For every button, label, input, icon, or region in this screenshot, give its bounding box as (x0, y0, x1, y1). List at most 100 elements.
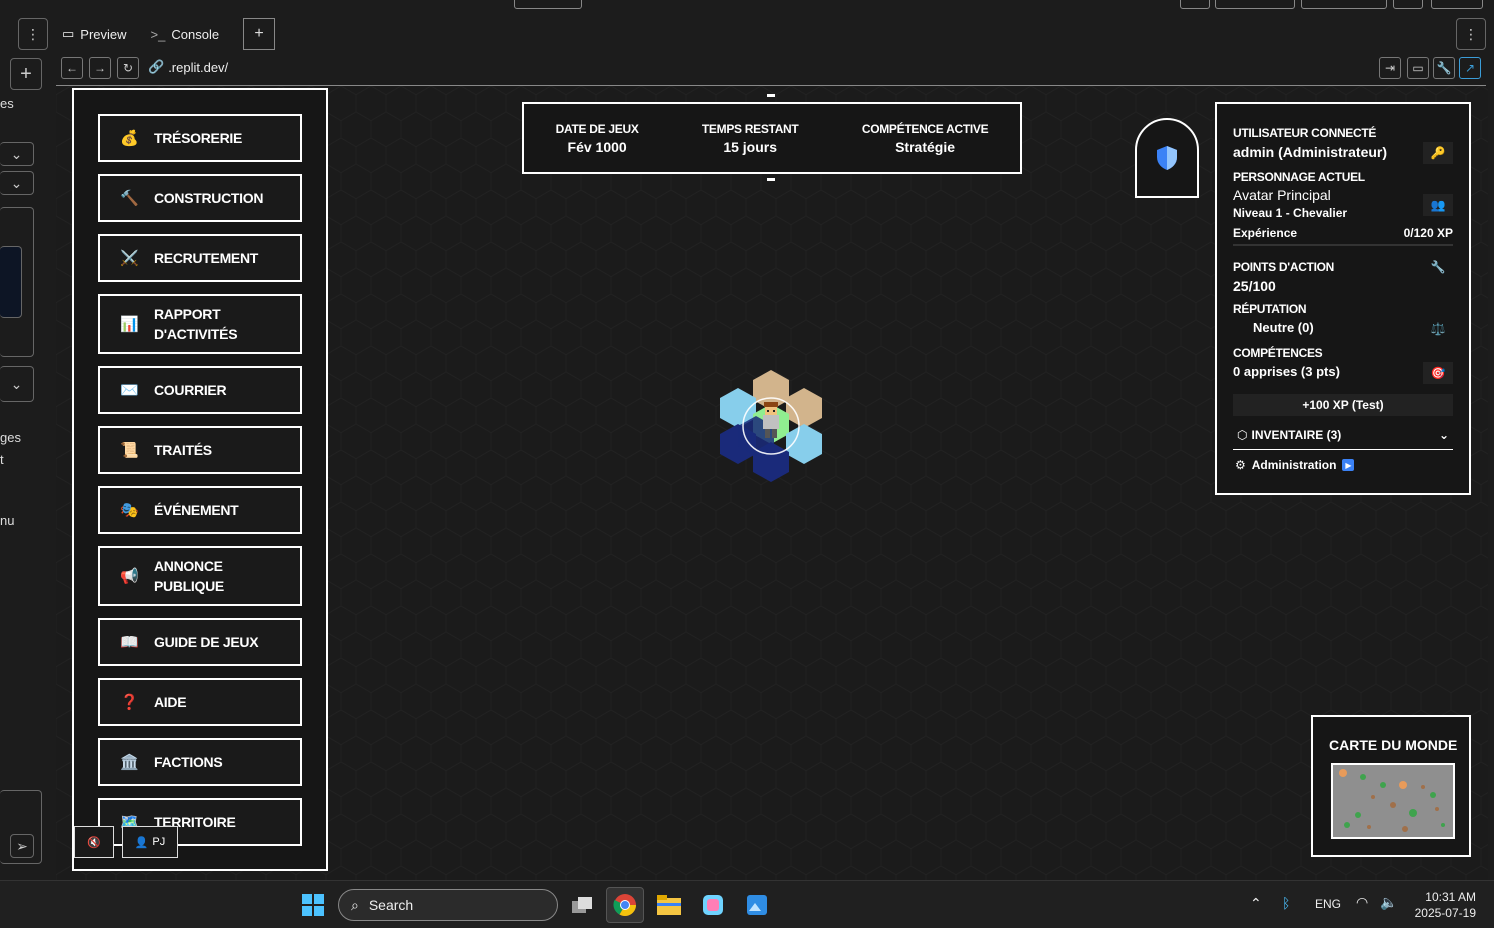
more-options-icon[interactable]: ⋮ (1456, 18, 1486, 50)
input-fragment[interactable] (0, 246, 22, 318)
bluetooth-icon[interactable]: ᛒ (1282, 895, 1290, 911)
open-new-window-icon[interactable]: ↗ (1459, 57, 1481, 79)
world-minimap[interactable]: CARTE DU MONDE (1311, 715, 1471, 857)
tab-preview[interactable]: ▭ Preview (52, 19, 137, 49)
menu-label: COURRIER (154, 382, 227, 398)
top-toolbar-fragment[interactable] (1215, 0, 1295, 9)
person-icon: 👤 (134, 836, 149, 849)
system-clock[interactable]: 10:31 AM 2025-07-19 (1415, 889, 1476, 921)
stat-value: 15 jours (723, 138, 778, 155)
inventory-label: INVENTAIRE (3) (1251, 427, 1342, 442)
top-toolbar-fragment[interactable] (1180, 0, 1210, 9)
menu-construction-button[interactable]: 🔨 CONSTRUCTION (98, 174, 302, 222)
file-explorer-icon[interactable] (650, 887, 688, 923)
minimap-canvas[interactable] (1331, 763, 1455, 839)
key-icon[interactable]: 🔑 (1423, 142, 1453, 164)
target-icon[interactable]: 🎯 (1423, 362, 1453, 384)
menu-label: ÉVÉNEMENT (154, 502, 239, 518)
drag-handle[interactable] (767, 94, 775, 97)
drag-handle[interactable] (767, 178, 775, 181)
menu-evenement-button[interactable]: 🎭 ÉVÉNEMENT (98, 486, 302, 534)
chrome-icon[interactable] (606, 887, 644, 923)
language-indicator[interactable]: ENG (1315, 897, 1341, 911)
wifi-icon[interactable]: ◠ (1356, 894, 1368, 911)
volume-icon[interactable]: 🔈 (1380, 894, 1397, 911)
task-view-icon[interactable] (563, 887, 601, 923)
menu-recrutement-button[interactable]: ⚔️ RECRUTEMENT (98, 234, 302, 282)
menu-label: TRÉSORERIE (154, 130, 243, 146)
windows-taskbar: ⌕ Search ⌃ ᛒ ENG ◠ 🔈 10:31 AM 2025-07-19 (0, 880, 1494, 928)
menu-rapport-button[interactable]: 📊 RAPPORT D'ACTIVITÉS (98, 294, 302, 354)
envelope-icon: ✉️ (120, 382, 139, 399)
menu-courrier-button[interactable]: ✉️ COURRIER (98, 366, 302, 414)
stat-time: TEMPS RESTANT 15 jours (702, 122, 799, 155)
game-stats-bar: DATE DE JEUX Fév 1000 TEMPS RESTANT 15 j… (522, 102, 1022, 174)
admin-label: Administration (1251, 458, 1337, 472)
new-tab-button[interactable]: + (243, 18, 276, 50)
add-xp-test-button[interactable]: +100 XP (Test) (1233, 394, 1453, 416)
menu-annonce-button[interactable]: 📢 ANNONCE PUBLIQUE (98, 546, 302, 606)
top-toolbar-fragment[interactable] (514, 0, 582, 9)
pj-button[interactable]: 👤 PJ (122, 826, 178, 858)
gear-icon: ⚙ (1235, 458, 1246, 472)
menu-label: AIDE (154, 694, 187, 710)
back-icon[interactable]: ← (61, 57, 83, 79)
forward-icon[interactable]: → (89, 57, 111, 79)
top-toolbar-fragment[interactable] (1301, 0, 1387, 9)
menu-guide-button[interactable]: 📖 GUIDE DE JEUX (98, 618, 302, 666)
tab-console[interactable]: >_ Console (141, 19, 230, 49)
tab-bar: ▭ Preview >_ Console + (52, 18, 276, 50)
monitor-icon: ▭ (62, 26, 75, 41)
scroll-icon: 📜 (120, 442, 139, 459)
shield-button[interactable] (1135, 118, 1199, 198)
menu-label: CONSTRUCTION (154, 190, 264, 206)
reload-icon[interactable]: ↻ (117, 57, 139, 79)
action-points-value: 25/100 (1233, 278, 1276, 294)
menu-label-line: PUBLIQUE (154, 578, 224, 594)
pj-label: PJ (152, 836, 166, 848)
photos-icon[interactable] (738, 887, 776, 923)
inventory-toggle[interactable]: ⬡ INVENTAIRE (3) ⌄ (1233, 420, 1453, 450)
menu-aide-button[interactable]: ❓ AIDE (98, 678, 302, 726)
url-bar[interactable]: 🔗 .replit.dev/ (148, 59, 228, 75)
send-icon[interactable]: ➢ (10, 834, 34, 858)
dropdown-fragment[interactable]: ⌄ (0, 142, 34, 166)
player-hex-cluster[interactable] (716, 370, 826, 484)
devtools-wrench-icon[interactable]: 🔧 (1433, 57, 1455, 79)
minimap-title: CARTE DU MONDE (1329, 737, 1458, 753)
balance-scale-icon[interactable]: ⚖️ (1423, 318, 1453, 340)
ide-text-fragment: t (0, 452, 4, 467)
game-viewport[interactable]: 💰 TRÉSORERIE 🔨 CONSTRUCTION ⚔️ RECRUTEME… (56, 86, 1488, 880)
add-icon[interactable]: + (10, 58, 42, 90)
xp-value: 0/120 XP (1403, 226, 1453, 240)
more-options-icon[interactable]: ⋮ (18, 18, 48, 50)
copilot-icon[interactable] (694, 887, 732, 923)
switch-character-icon[interactable]: 👥 (1423, 194, 1453, 216)
menu-tresorerie-button[interactable]: 💰 TRÉSORERIE (98, 114, 302, 162)
action-points-label: POINTS D'ACTION (1233, 260, 1335, 274)
administration-link[interactable]: ⚙ Administration ▶ (1235, 458, 1355, 472)
player-info-panel: UTILISATEUR CONNECTÉ admin (Administrate… (1215, 102, 1471, 495)
menu-label: TRAITÉS (154, 442, 212, 458)
clock-date: 2025-07-19 (1414, 906, 1476, 920)
dropdown-fragment[interactable]: ⌄ (0, 171, 34, 195)
mute-button[interactable]: 🔇 (74, 826, 114, 858)
top-toolbar-fragment[interactable] (1393, 0, 1423, 9)
devices-icon[interactable]: ▭ (1407, 57, 1429, 79)
menu-label-line: RAPPORT (154, 306, 221, 322)
dropdown-fragment[interactable]: ⌄ (0, 366, 34, 402)
character-label: PERSONNAGE ACTUEL (1233, 170, 1365, 184)
package-icon: ⬡ (1237, 427, 1248, 442)
ide-text-fragment: nu (0, 513, 15, 528)
clock-time: 10:31 AM (1425, 890, 1476, 904)
menu-traites-button[interactable]: 📜 TRAITÉS (98, 426, 302, 474)
taskbar-search[interactable]: ⌕ Search (338, 889, 558, 921)
chevron-up-icon[interactable]: ⌃ (1250, 895, 1262, 912)
inventory-label-wrap: ⬡ INVENTAIRE (3) (1237, 428, 1341, 442)
wrench-icon[interactable]: 🔧 (1423, 256, 1453, 278)
menu-factions-button[interactable]: 🏛️ FACTIONS (98, 738, 302, 786)
search-icon: ⌕ (351, 896, 359, 913)
top-toolbar-fragment[interactable] (1431, 0, 1483, 9)
open-in-pane-icon[interactable]: ⇥ (1379, 57, 1401, 79)
windows-start-icon[interactable] (302, 894, 324, 916)
